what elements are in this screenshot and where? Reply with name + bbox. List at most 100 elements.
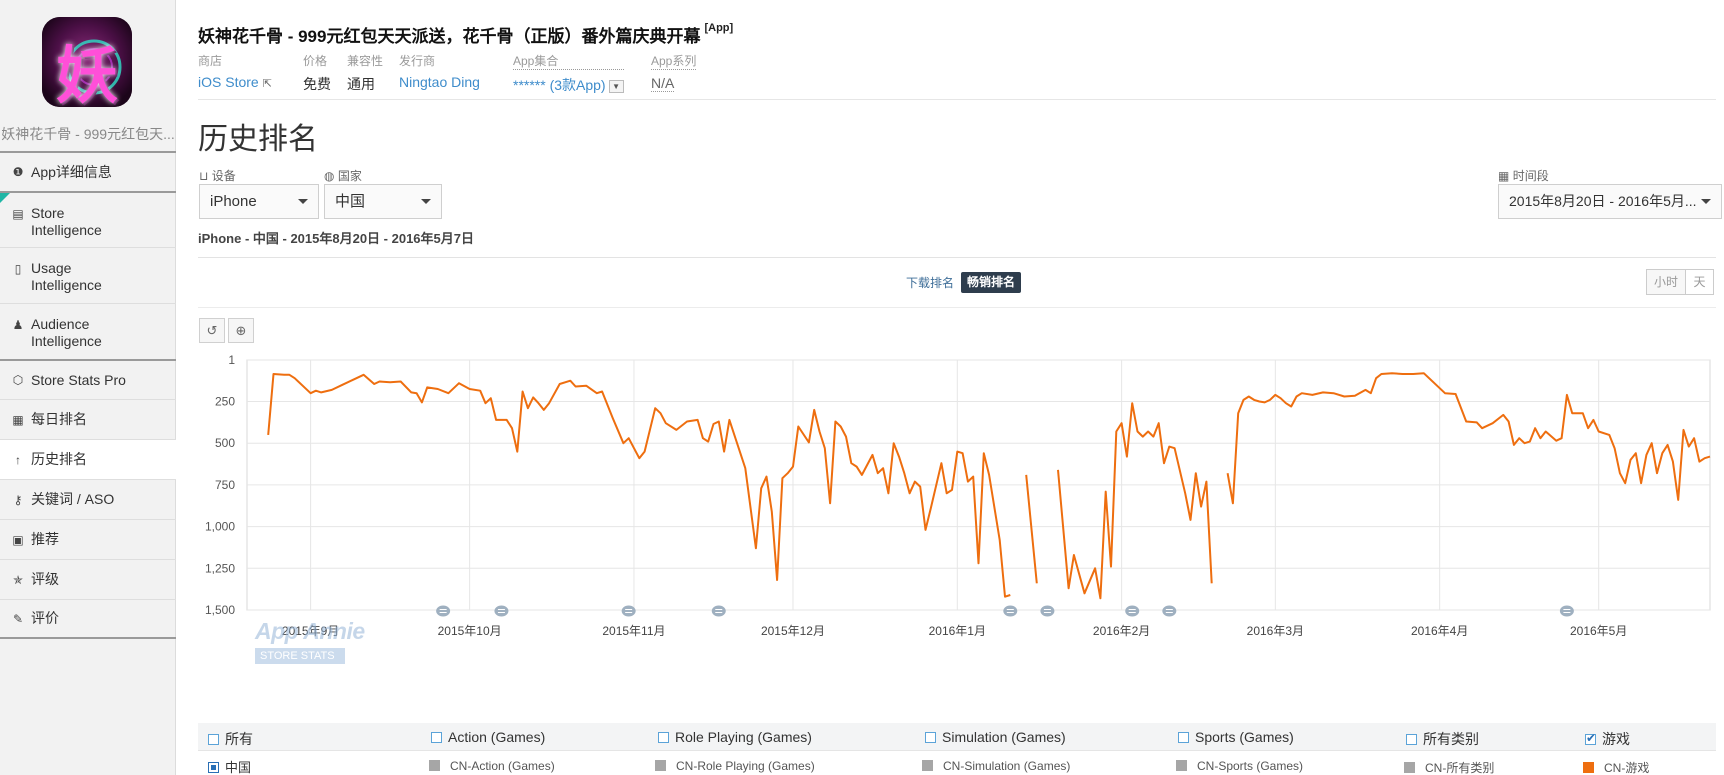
sidebar-item-history-ranking[interactable]: ↑ 历史排名 — [0, 439, 177, 479]
period-select[interactable]: 2015年8月20日 - 2016年5月... — [1498, 184, 1722, 219]
store-icon: ▤ — [12, 207, 24, 221]
legend-series-action[interactable]: CN-Action (Games) — [429, 759, 555, 773]
granularity-day-button[interactable]: 天 — [1685, 269, 1714, 295]
series-label: App系列 — [651, 54, 697, 70]
x-tick-label: 2015年12月 — [761, 624, 825, 638]
legend-filter-action[interactable]: Action (Games) — [431, 729, 545, 745]
period-label: ▦ 时间段 — [1498, 167, 1549, 184]
radio-selected-icon[interactable] — [208, 762, 219, 773]
collection-link[interactable]: ****** (3款App) — [513, 77, 606, 93]
comment-icon[interactable] — [1162, 605, 1177, 617]
sidebar-item-label: 历史排名 — [31, 451, 87, 467]
granularity-hour-button[interactable]: 小时 — [1646, 269, 1686, 295]
compat-value: 通用 — [347, 76, 375, 92]
app-icon[interactable]: 妖 — [42, 17, 132, 107]
legend-series-simulation[interactable]: CN-Simulation (Games) — [922, 759, 1070, 773]
legend-series-sports[interactable]: CN-Sports (Games) — [1176, 759, 1303, 773]
legend-series-label: CN-所有类别 — [1425, 761, 1495, 775]
legend-series-label: CN-游戏 — [1604, 761, 1650, 775]
sidebar-item-daily-ranking[interactable]: ▦ 每日排名 — [0, 399, 176, 439]
compat-label: 兼容性 — [347, 54, 384, 68]
y-tick-label: 750 — [215, 478, 235, 492]
device-select[interactable]: iPhone — [199, 184, 319, 219]
legend-series-games[interactable]: CN-游戏 — [1583, 759, 1649, 775]
tab-downloads[interactable]: 下载排名 — [906, 274, 954, 291]
legend-series-role-playing[interactable]: CN-Role Playing (Games) — [655, 759, 815, 773]
app-title: 妖神花千骨 - 999元红包天天派送，花千骨（正版）番外篇庆典开幕 [App] — [198, 22, 733, 47]
checkbox-icon[interactable] — [658, 732, 669, 743]
legend-series-label: CN-Action (Games) — [450, 759, 555, 773]
legend-country-label: 中国 — [225, 760, 252, 775]
comment-icon[interactable] — [494, 605, 509, 617]
collection-dropdown-icon[interactable]: ▼ — [608, 79, 624, 93]
checkbox-icon[interactable] — [208, 734, 219, 745]
sidebar-item-label: Audience Intelligence — [31, 316, 102, 349]
y-tick-label: 500 — [215, 436, 235, 450]
legend-filter-all[interactable]: 所有 — [208, 729, 253, 749]
sidebar-item-reviews[interactable]: ✎ 评价 — [0, 599, 176, 639]
sidebar-item-usage-intelligence[interactable]: ▯ Usage Intelligence — [0, 247, 176, 303]
sidebar-item-audience-intelligence[interactable]: ♟ Audience Intelligence — [0, 303, 176, 359]
comment-icon[interactable] — [1125, 605, 1140, 617]
arrow-up-icon: ↑ — [15, 452, 21, 467]
meta-price: 价格 免费 — [303, 52, 331, 94]
legend-filter-sports[interactable]: Sports (Games) — [1178, 729, 1294, 745]
x-tick-label: 2015年11月 — [602, 624, 665, 638]
device-label: ⊔ 设备 — [199, 167, 236, 184]
checkbox-icon[interactable] — [1406, 734, 1417, 745]
sidebar-item-store-intelligence[interactable]: ▤ Store Intelligence — [0, 191, 176, 247]
divider — [198, 257, 1716, 258]
ranking-chart[interactable]: 12505007501,0001,2501,500 2015年9月 2015年10… — [198, 346, 1716, 718]
comment-icon[interactable] — [436, 605, 451, 617]
checkbox-checked-icon[interactable] — [1585, 731, 1596, 745]
publisher-link[interactable]: Ningtao Ding — [399, 74, 480, 90]
app-annie-watermark: App Annie STORE STATS — [255, 618, 365, 664]
meta-store: 商店 iOS Store ⇱ — [198, 52, 272, 90]
checkbox-icon[interactable] — [925, 732, 936, 743]
comment-icon[interactable] — [1040, 605, 1055, 617]
sidebar-item-keywords-aso[interactable]: ⚷ 关键词 / ASO — [0, 479, 176, 519]
checkbox-icon[interactable] — [1178, 732, 1189, 743]
legend-category-row: 所有 Action (Games) Role Playing (Games) S… — [198, 723, 1716, 750]
x-tick-label: 2016年3月 — [1247, 624, 1304, 638]
external-link-icon[interactable]: ⇱ — [263, 78, 272, 90]
legend-filter-all-categories[interactable]: 所有类别 — [1406, 729, 1479, 749]
legend: 所有 Action (Games) Role Playing (Games) S… — [198, 723, 1716, 775]
checkbox-icon[interactable] — [431, 732, 442, 743]
comment-icon[interactable] — [1003, 605, 1018, 617]
store-link[interactable]: iOS Store — [198, 74, 259, 90]
legend-filter-simulation[interactable]: Simulation (Games) — [925, 729, 1066, 745]
person-icon: ♟ — [12, 318, 24, 332]
app-type-tag: [App] — [704, 22, 734, 34]
country-select[interactable]: 中国 — [324, 184, 442, 219]
country-select-value: 中国 — [335, 193, 366, 210]
sidebar-item-store-stats-pro[interactable]: ⬡ Store Stats Pro — [0, 359, 176, 399]
sidebar-item-ratings[interactable]: ✯ 评级 — [0, 559, 176, 599]
sidebar-item-featured[interactable]: ▣ 推荐 — [0, 519, 176, 559]
tab-grossing[interactable]: 畅销排名 — [961, 272, 1022, 293]
chevron-down-icon — [1701, 199, 1711, 204]
info-icon: ❶ — [12, 165, 24, 179]
watermark-title: App Annie — [255, 618, 365, 644]
store-label: 商店 — [198, 54, 223, 68]
globe-icon: ◍ — [324, 169, 335, 183]
grid — [246, 359, 1711, 611]
legend-filter-games[interactable]: 游戏 — [1585, 729, 1630, 749]
sidebar-item-label: 评级 — [31, 571, 59, 587]
comment-icon[interactable] — [621, 605, 636, 617]
legend-country[interactable]: 中国 — [208, 757, 251, 775]
series-line — [1025, 474, 1038, 584]
legend-series-all-categories[interactable]: CN-所有类别 — [1404, 759, 1494, 775]
series-value: N/A — [651, 75, 675, 92]
x-tick-label: 2016年2月 — [1093, 624, 1150, 638]
legend-filter-role-playing[interactable]: Role Playing (Games) — [658, 729, 812, 745]
new-flag-icon — [0, 193, 10, 203]
comment-icon[interactable] — [1559, 605, 1574, 617]
comment-icon[interactable] — [711, 605, 726, 617]
zoom-button[interactable]: ⊕ — [228, 318, 254, 343]
price-value: 免费 — [303, 76, 331, 92]
sidebar-item-label: Usage Intelligence — [31, 260, 102, 293]
reset-zoom-button[interactable]: ↺ — [199, 318, 225, 343]
x-tick-label: 2016年4月 — [1411, 624, 1468, 638]
sidebar-item-app-details[interactable]: ❶ App详细信息 — [0, 151, 176, 191]
